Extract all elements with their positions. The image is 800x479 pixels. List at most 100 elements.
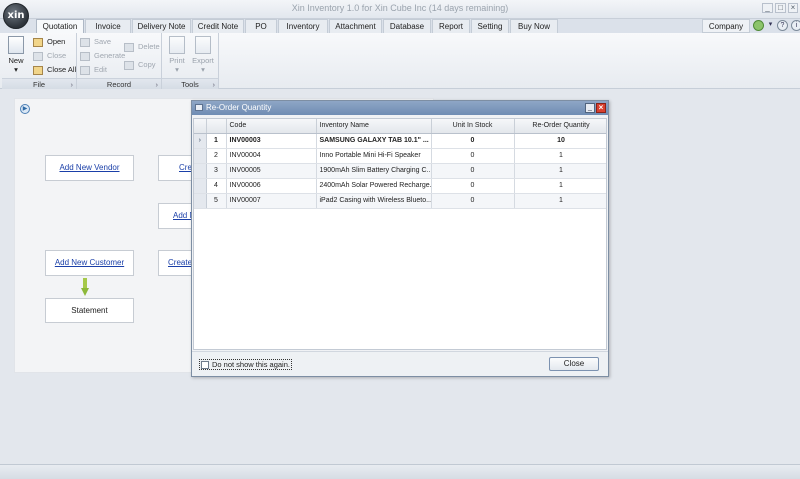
reorder-quantity-cell[interactable]: 1 (514, 178, 606, 194)
row-selector[interactable] (194, 193, 207, 209)
maximize-button[interactable]: □ (775, 3, 786, 13)
close-window-button[interactable]: × (788, 3, 798, 13)
tab-invoice[interactable]: Invoice (85, 19, 131, 33)
web-icon[interactable] (753, 20, 764, 31)
export-button[interactable]: Export ▾ (192, 36, 214, 74)
table-row[interactable]: 4 INV00006 2400mAh Solar Powered Recharg… (194, 178, 606, 194)
row-selector[interactable] (194, 148, 207, 164)
inventory-name-cell[interactable]: 2400mAh Solar Powered Recharge... (316, 178, 432, 194)
unit-in-stock-cell[interactable]: 0 (431, 163, 515, 179)
statement-box[interactable]: Statement (45, 298, 134, 323)
tab-po[interactable]: PO (245, 19, 277, 33)
help-icon[interactable]: ? (777, 20, 788, 31)
table-row[interactable]: 2 INV00004 Inno Portable Mini Hi-Fi Spea… (194, 148, 606, 164)
add-new-customer-box[interactable]: Add New Customer (45, 250, 134, 276)
close-all-button[interactable]: Close All (33, 64, 76, 76)
open-button[interactable]: Open (33, 36, 65, 48)
ribbon-tabs: Quotation Invoice Delivery Note Credit N… (36, 19, 559, 33)
printer-icon (169, 36, 185, 54)
tab-delivery-note[interactable]: Delivery Note (132, 19, 191, 33)
close-label: Close (47, 51, 67, 60)
create-link-1[interactable]: Cre (179, 163, 192, 172)
new-button[interactable]: New ▾ (5, 36, 27, 74)
tab-report[interactable]: Report (432, 19, 470, 33)
inventory-name-cell[interactable]: iPad2 Casing with Wireless Blueto... (316, 193, 432, 209)
print-button[interactable]: Print ▾ (166, 36, 188, 74)
reorder-quantity-cell[interactable]: 10 (514, 133, 606, 149)
close-dialog-button[interactable]: Close (549, 357, 599, 371)
tab-buy-now[interactable]: Buy Now (510, 19, 558, 33)
file-group-label: File › (2, 78, 76, 89)
unit-in-stock-cell[interactable]: 0 (431, 133, 515, 149)
minimize-button[interactable]: _ (762, 3, 773, 13)
copy-button[interactable]: Copy (124, 59, 156, 71)
row-indicator-header (194, 119, 207, 134)
code-cell[interactable]: INV00006 (226, 178, 317, 194)
status-bar (0, 464, 800, 479)
table-row[interactable]: 3 INV00005 1900mAh Slim Battery Charging… (194, 163, 606, 179)
tab-credit-note[interactable]: Credit Note (192, 19, 244, 33)
app-logo-orb[interactable]: xin (3, 3, 29, 29)
column-header-inventory-name[interactable]: Inventory Name (316, 119, 432, 134)
chevron-down-icon[interactable]: ▾ (767, 20, 774, 31)
create-link-2[interactable]: Create (168, 258, 192, 267)
arrow-down-icon (81, 278, 89, 296)
dialog-minimize-button[interactable]: _ (585, 103, 595, 113)
file-group: New ▾ Open Close Close All File › (2, 33, 77, 89)
code-cell[interactable]: INV00005 (226, 163, 317, 179)
window-title: Xin Inventory 1.0 for Xin Cube Inc (14 d… (291, 3, 509, 13)
tools-group: Print ▾ Export ▾ Tools › (162, 33, 219, 89)
code-cell[interactable]: INV00003 (226, 133, 317, 149)
reorder-quantity-cell[interactable]: 1 (514, 193, 606, 209)
checkbox-box[interactable] (201, 360, 209, 369)
add-new-vendor-box[interactable]: Add New Vendor (45, 155, 134, 181)
reorder-dialog: Re-Order Quantity _ × Code Inventory Nam… (191, 100, 609, 377)
add-new-customer-link[interactable]: Add New Customer (55, 258, 124, 267)
unit-in-stock-cell[interactable]: 0 (431, 148, 515, 164)
inventory-name-cell[interactable]: Inno Portable Mini Hi-Fi Speaker (316, 148, 432, 164)
row-selector-arrow-icon[interactable]: › (194, 133, 207, 149)
company-tab[interactable]: Company (702, 19, 750, 33)
save-button[interactable]: Save (80, 36, 111, 48)
tab-attachment[interactable]: Attachment (329, 19, 382, 33)
row-number-header (206, 119, 227, 134)
dialog-footer: Do not show this again. Close (192, 351, 608, 376)
reorder-quantity-cell[interactable]: 1 (514, 148, 606, 164)
reorder-quantity-cell[interactable]: 1 (514, 163, 606, 179)
tab-setting[interactable]: Setting (471, 19, 509, 33)
table-row[interactable]: › 1 INV00003 SAMSUNG GALAXY TAB 10.1" ..… (194, 133, 606, 149)
window-icon (195, 104, 203, 111)
delete-icon (124, 43, 134, 52)
code-cell[interactable]: INV00007 (226, 193, 317, 209)
close-all-label: Close All (47, 65, 77, 74)
reorder-table: Code Inventory Name Unit In Stock Re-Ord… (194, 119, 606, 209)
inventory-name-cell[interactable]: 1900mAh Slim Battery Charging C... (316, 163, 432, 179)
delete-button[interactable]: Delete (124, 41, 160, 53)
export-icon (195, 36, 211, 54)
edit-label: Edit (94, 65, 107, 74)
tools-group-title: Tools (181, 80, 199, 89)
tab-database[interactable]: Database (383, 19, 431, 33)
add-new-vendor-link[interactable]: Add New Vendor (59, 163, 119, 172)
tab-quotation[interactable]: Quotation (36, 19, 84, 33)
column-header-code[interactable]: Code (226, 119, 317, 134)
column-header-unit-in-stock[interactable]: Unit In Stock (431, 119, 515, 134)
row-selector[interactable] (194, 178, 207, 194)
tab-inventory[interactable]: Inventory (278, 19, 328, 33)
code-cell[interactable]: INV00004 (226, 148, 317, 164)
table-row[interactable]: 5 INV00007 iPad2 Casing with Wireless Bl… (194, 193, 606, 209)
edit-button[interactable]: Edit (80, 64, 107, 76)
info-icon[interactable]: i (791, 20, 800, 31)
column-header-reorder-quantity[interactable]: Re-Order Quantity (514, 119, 606, 134)
play-icon[interactable]: ▶ (20, 104, 30, 114)
row-selector[interactable] (194, 163, 207, 179)
do-not-show-checkbox[interactable]: Do not show this again. (199, 359, 292, 370)
dialog-close-icon[interactable]: × (596, 103, 606, 113)
inventory-name-cell[interactable]: SAMSUNG GALAXY TAB 10.1" ... (316, 133, 432, 149)
unit-in-stock-cell[interactable]: 0 (431, 178, 515, 194)
close-button[interactable]: Close (33, 50, 66, 62)
unit-in-stock-cell[interactable]: 0 (431, 193, 515, 209)
copy-icon (124, 61, 134, 70)
save-label: Save (94, 37, 112, 46)
generate-button[interactable]: Generate (80, 50, 125, 62)
